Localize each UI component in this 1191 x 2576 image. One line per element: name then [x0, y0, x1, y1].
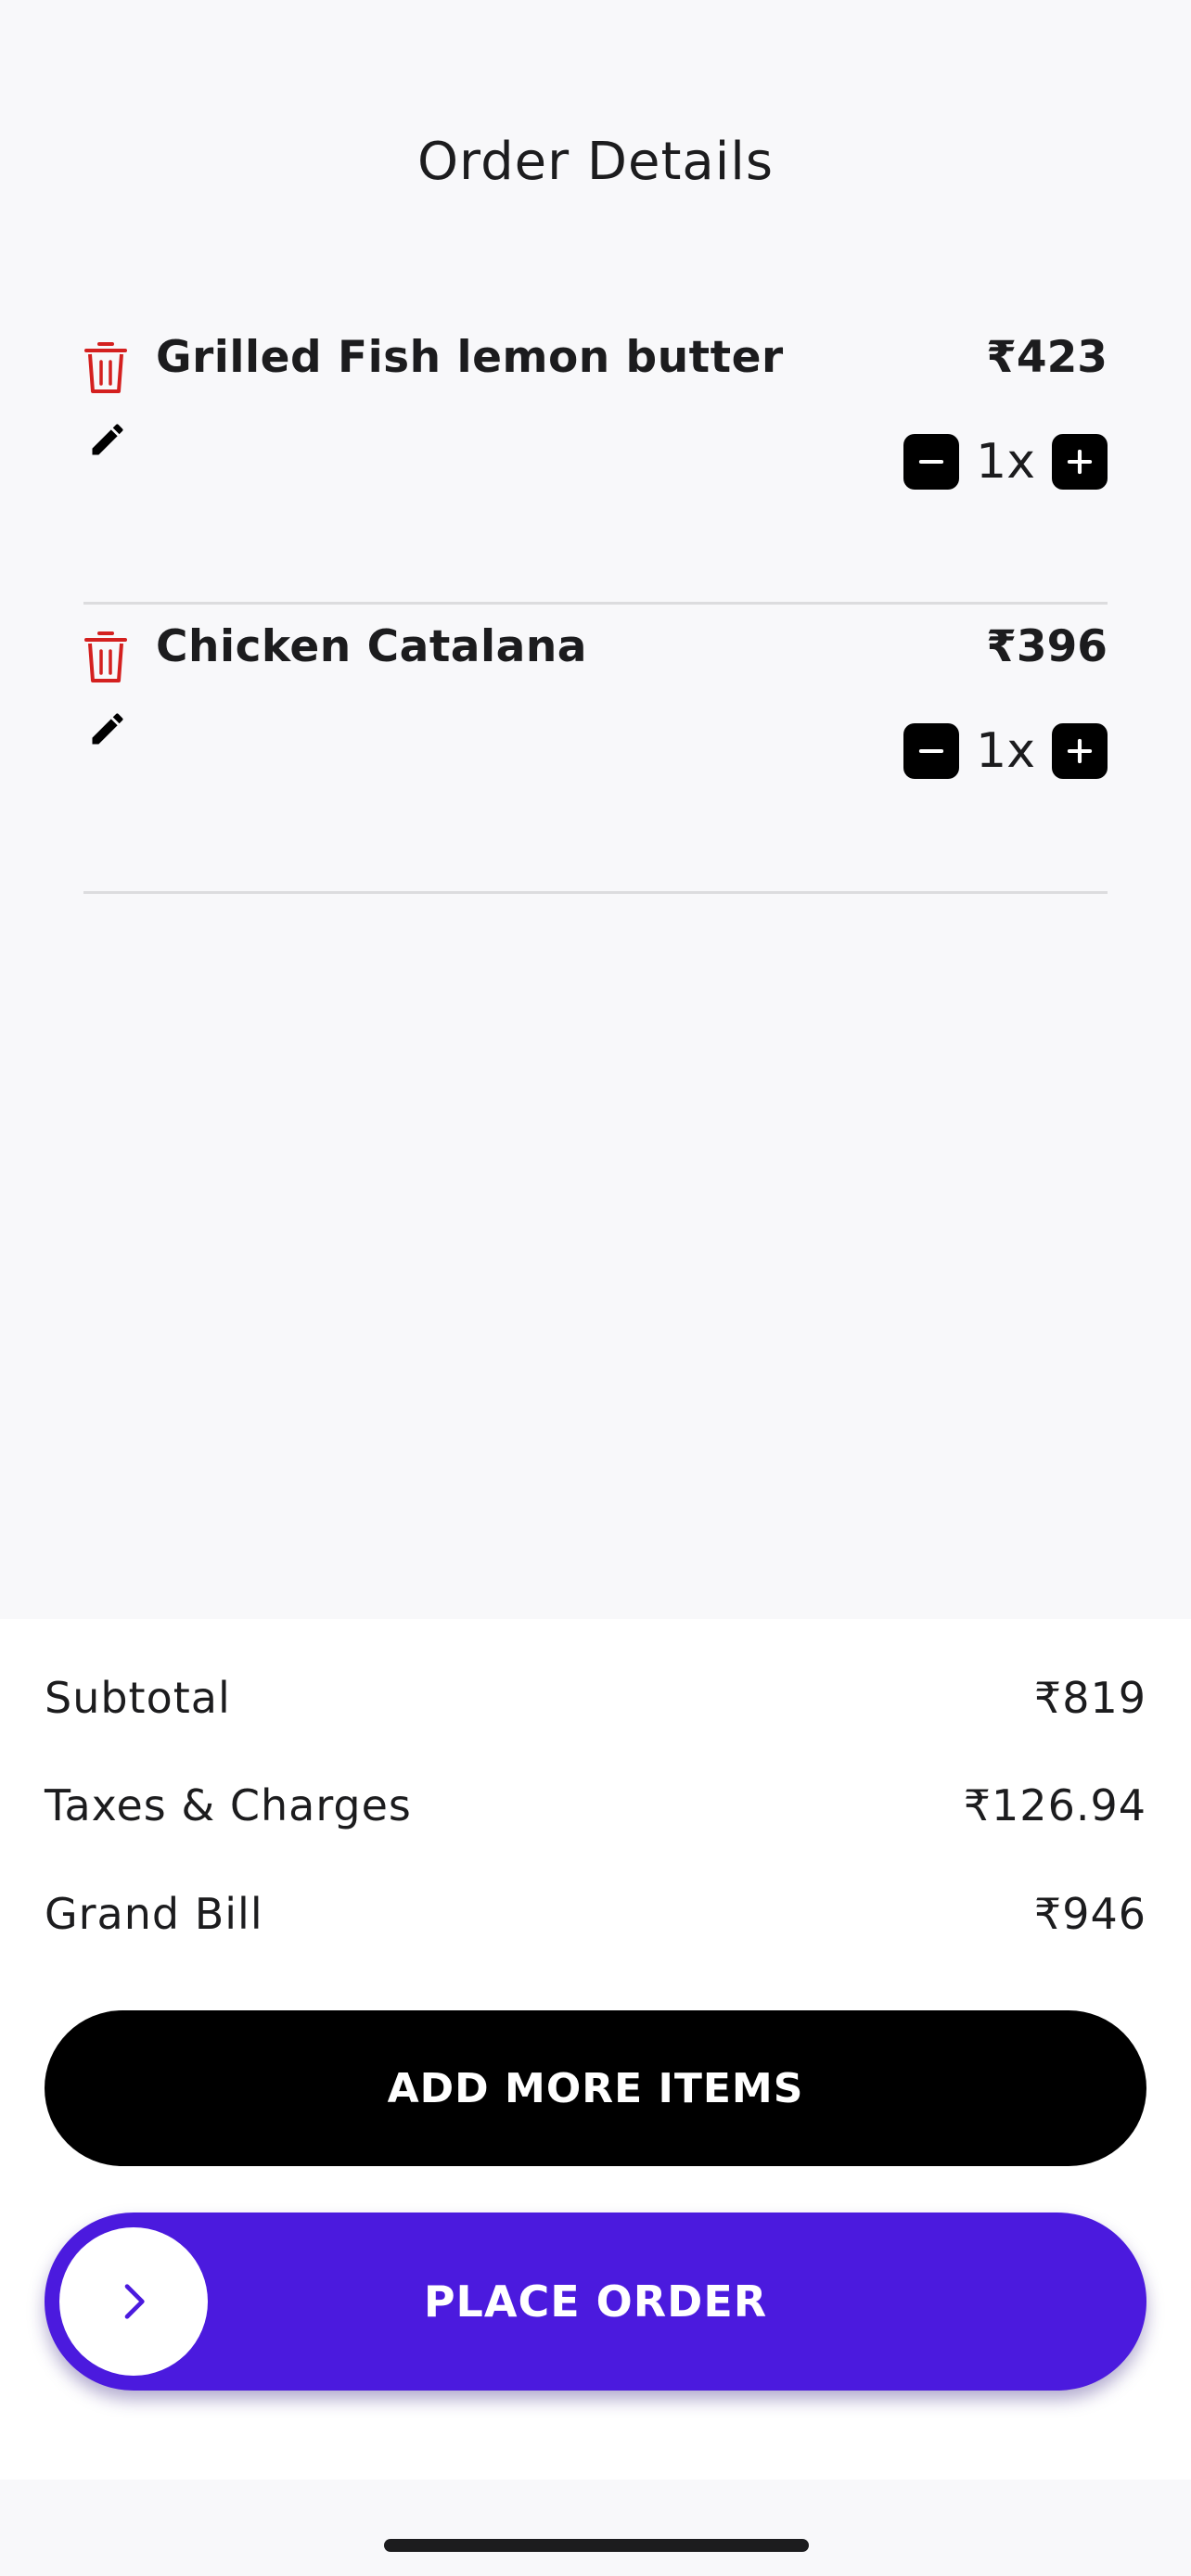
order-item: Chicken Catalana ₹396 1x: [83, 605, 1108, 894]
page-title: Order Details: [416, 132, 775, 192]
trash-icon[interactable]: [83, 631, 128, 684]
place-order-label: PLACE ORDER: [423, 2276, 768, 2327]
item-price: ₹396: [986, 621, 1108, 672]
item-price: ₹423: [986, 332, 1108, 383]
bill-summary-panel: Subtotal ₹819 Taxes & Charges ₹126.94 Gr…: [0, 1619, 1191, 2480]
taxes-value: ₹126.94: [963, 1780, 1146, 1830]
subtotal-label: Subtotal: [45, 1673, 231, 1723]
chevron-right-icon: [124, 2284, 145, 2319]
grand-bill-row: Grand Bill ₹946: [45, 1889, 1146, 1939]
minus-icon: [918, 459, 944, 465]
decrease-quantity-button[interactable]: [903, 434, 960, 490]
taxes-label: Taxes & Charges: [45, 1780, 412, 1830]
place-order-slider[interactable]: PLACE ORDER: [45, 2213, 1146, 2391]
grand-bill-label: Grand Bill: [45, 1889, 263, 1939]
home-indicator: [384, 2539, 809, 2552]
plus-icon: [1067, 449, 1093, 475]
increase-quantity-button[interactable]: [1052, 723, 1108, 779]
order-details-screen: Order Details Grilled Fish lemon butter …: [0, 0, 1191, 2576]
subtotal-value: ₹819: [1033, 1673, 1146, 1723]
quantity-value: 1x: [976, 434, 1035, 490]
quantity-stepper: 1x: [903, 723, 1108, 779]
add-more-items-button[interactable]: ADD MORE ITEMS: [45, 2010, 1146, 2166]
quantity-stepper: 1x: [903, 434, 1108, 490]
decrease-quantity-button[interactable]: [903, 723, 960, 779]
slide-handle[interactable]: [59, 2227, 208, 2376]
subtotal-row: Subtotal ₹819: [45, 1673, 1146, 1723]
taxes-row: Taxes & Charges ₹126.94: [45, 1780, 1146, 1830]
plus-icon: [1067, 738, 1093, 764]
item-name: Chicken Catalana: [156, 621, 588, 672]
item-name: Grilled Fish lemon butter: [156, 332, 784, 383]
quantity-value: 1x: [976, 723, 1035, 779]
increase-quantity-button[interactable]: [1052, 434, 1108, 490]
grand-bill-value: ₹946: [1033, 1889, 1146, 1939]
pencil-icon[interactable]: [87, 419, 128, 460]
trash-icon[interactable]: [83, 341, 128, 395]
minus-icon: [918, 748, 944, 754]
order-item: Grilled Fish lemon butter ₹423 1x: [83, 315, 1108, 605]
pencil-icon[interactable]: [87, 708, 128, 749]
